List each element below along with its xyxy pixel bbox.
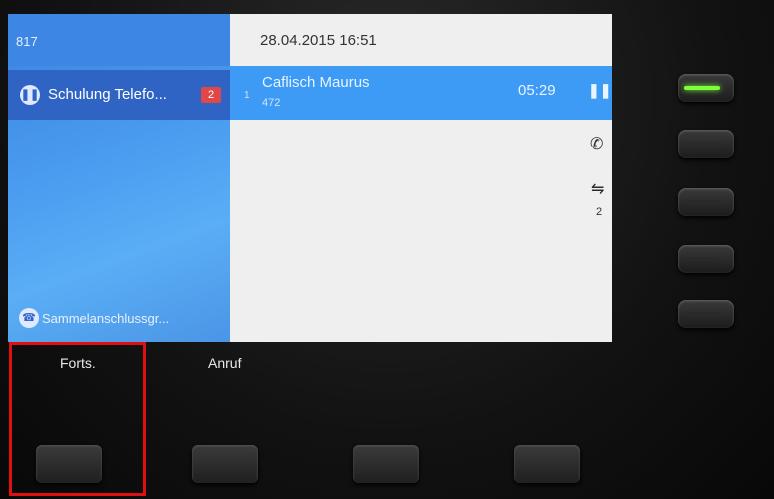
caller-number: 472 — [262, 97, 281, 109]
transfer-count: 2 — [596, 206, 603, 218]
active-line-row[interactable]: ❚❚ Schulung Telefo... 2 — [8, 70, 230, 120]
line-extension-row[interactable]: 817 — [8, 14, 230, 66]
pause-icon: ❚❚ — [20, 85, 40, 105]
hunt-group-row[interactable]: ☎ Sammelanschlussgr... — [8, 298, 230, 338]
line-button-5[interactable] — [678, 300, 734, 328]
line-button-4[interactable] — [678, 245, 734, 273]
caller-name: Caflisch Maurus — [262, 74, 370, 91]
led-indicator — [684, 200, 720, 204]
hunt-group-label: Sammelanschlussgr... — [42, 311, 170, 326]
phone-handset-icon[interactable]: ✆ — [590, 134, 603, 154]
transfer-icon[interactable]: ⇋ — [591, 179, 604, 199]
softkey-label-anruf: Anruf — [208, 355, 242, 371]
led-indicator — [684, 312, 720, 316]
softkey-3-button[interactable] — [353, 445, 419, 483]
hunt-group-icon: ☎ — [19, 308, 39, 328]
call-timer: 05:29 — [518, 82, 556, 99]
call-panel: 28.04.2015 16:51 1 Caflisch Maurus 472 0… — [230, 14, 612, 342]
softkey-4-button[interactable] — [514, 445, 580, 483]
line-button-2[interactable] — [678, 130, 734, 158]
call-index: 1 — [244, 90, 250, 101]
led-indicator — [684, 257, 720, 261]
pause-icon: ❚❚ — [588, 82, 612, 98]
line-extension: 817 — [16, 34, 38, 49]
line-panel: 817 ❚❚ Schulung Telefo... 2 ☎ Sammelansc… — [8, 14, 230, 342]
line-button-1[interactable] — [678, 74, 734, 102]
phone-bezel: 817 ❚❚ Schulung Telefo... 2 ☎ Sammelansc… — [0, 0, 774, 499]
call-count-badge: 2 — [201, 87, 221, 103]
led-indicator — [684, 142, 720, 146]
datetime: 28.04.2015 16:51 — [260, 32, 377, 49]
led-indicator — [684, 86, 720, 90]
active-line-label: Schulung Telefo... — [48, 86, 167, 103]
highlight-box — [9, 342, 146, 496]
line-button-3[interactable] — [678, 188, 734, 216]
phone-screen: 817 ❚❚ Schulung Telefo... 2 ☎ Sammelansc… — [8, 14, 612, 342]
softkey-2-button[interactable] — [192, 445, 258, 483]
active-call-row[interactable]: 1 Caflisch Maurus 472 05:29 ❚❚ — [230, 66, 612, 120]
